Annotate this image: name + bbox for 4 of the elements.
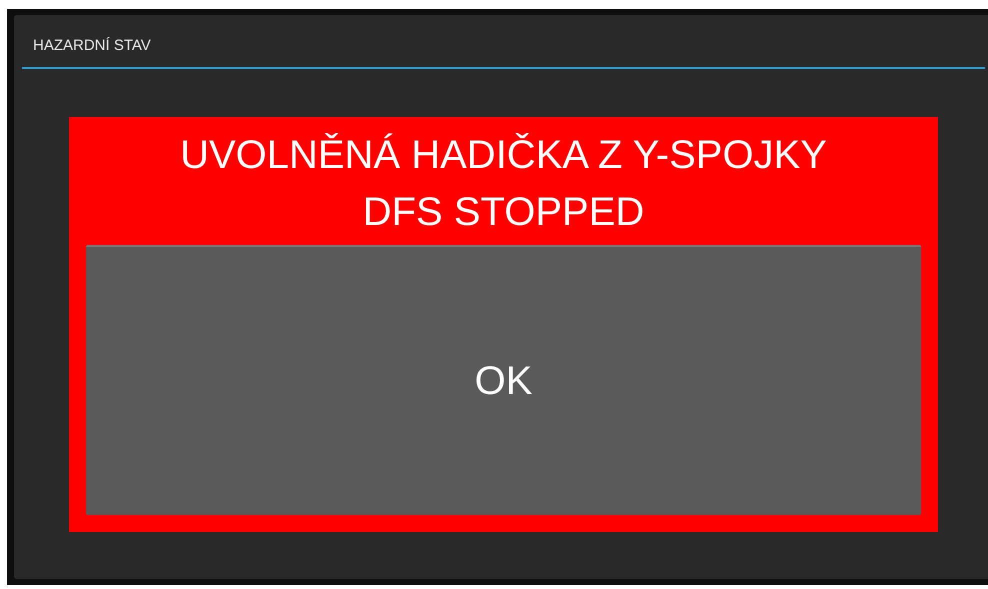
ok-button[interactable]: OK (86, 245, 921, 515)
alarm-message: DFS STOPPED (362, 189, 646, 236)
alarm-message: UVOLNĚNÁ HADIČKA Z Y-SPOJKY (179, 132, 828, 179)
dialog-title: HAZARDNÍ STAV (32, 36, 152, 56)
